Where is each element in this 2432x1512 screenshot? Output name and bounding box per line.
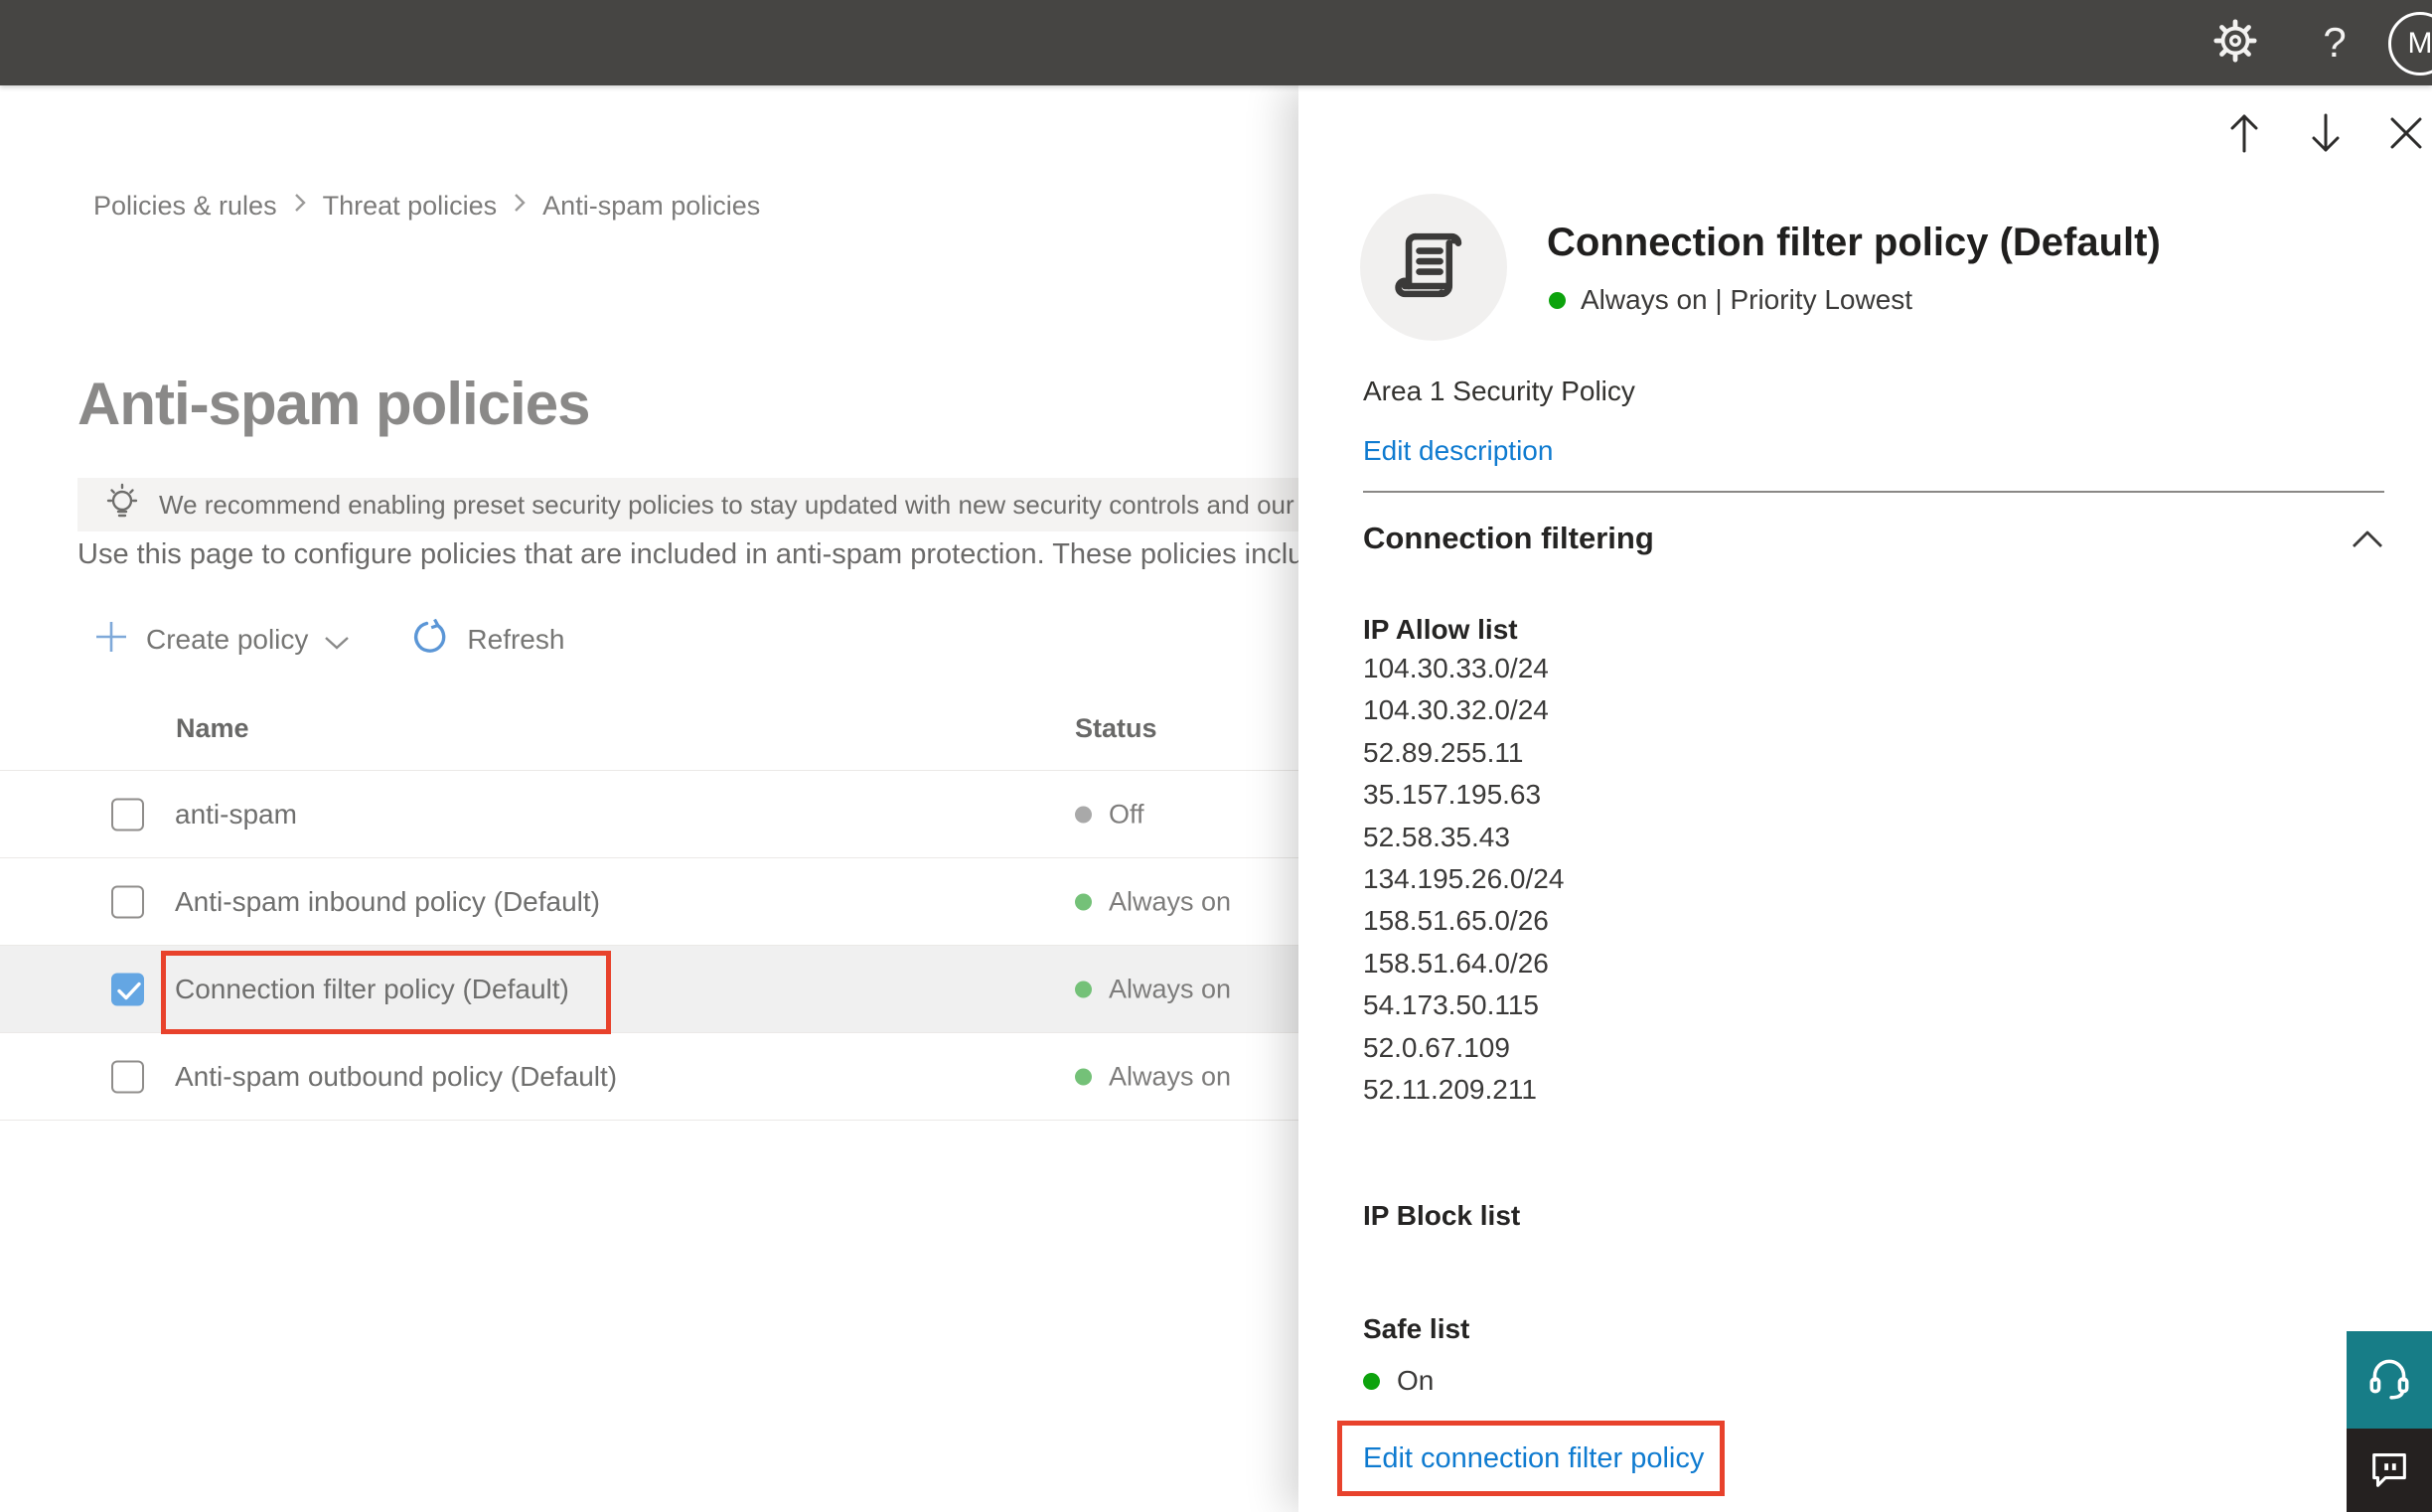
- settings-button[interactable]: [2207, 0, 2263, 85]
- row-checkbox[interactable]: [111, 798, 144, 831]
- collapse-section-button[interactable]: [2348, 525, 2387, 558]
- ip-allow-list: 104.30.33.0/24 104.30.32.0/24 52.89.255.…: [1363, 648, 1564, 1111]
- ip-entry: 52.11.209.211: [1363, 1074, 1537, 1106]
- ip-entry: 158.51.64.0/26: [1363, 947, 1549, 979]
- panel-title: Connection filter policy (Default): [1547, 221, 2161, 264]
- ip-allow-list-label: IP Allow list: [1363, 614, 1518, 645]
- breadcrumb-threat-policies[interactable]: Threat policies: [323, 191, 498, 222]
- annotation-highlight-rectangle: Edit connection filter policy: [1337, 1421, 1725, 1496]
- status-label: Always on: [1109, 974, 1232, 1003]
- recommendation-banner: We recommend enabling preset security po…: [77, 478, 1298, 531]
- help-button[interactable]: ?: [2307, 0, 2362, 85]
- chevron-right-icon: [513, 191, 527, 222]
- panel-status-text: Always on | Priority Lowest: [1581, 284, 1913, 315]
- ip-block-list-label: IP Block list: [1363, 1200, 1521, 1231]
- page-title: Anti-spam policies: [77, 371, 590, 438]
- policy-name[interactable]: Anti-spam inbound policy (Default): [175, 886, 600, 918]
- panel-status-line: Always on | Priority Lowest: [1549, 284, 1912, 316]
- avatar-initial: M: [2407, 27, 2432, 60]
- plus-icon: [94, 620, 128, 661]
- status-dot-off: [1075, 806, 1092, 823]
- ip-entry: 35.157.195.63: [1363, 779, 1542, 811]
- table-row[interactable]: Anti-spam inbound policy (Default) Alway…: [0, 857, 1298, 945]
- banner-text: We recommend enabling preset security po…: [159, 489, 1298, 520]
- column-header-name[interactable]: Name: [176, 713, 249, 744]
- edit-description-link[interactable]: Edit description: [1363, 435, 1553, 467]
- chevron-right-icon: [293, 191, 307, 222]
- table-header: Name Status: [0, 684, 1298, 770]
- status-cell: Always on: [1075, 974, 1231, 1004]
- safe-list-value: On: [1397, 1365, 1435, 1396]
- ip-entry: 54.173.50.115: [1363, 989, 1539, 1021]
- account-avatar[interactable]: M: [2388, 12, 2432, 76]
- policy-table: Name Status anti-spam Off Anti-spam inbo…: [0, 684, 1298, 1121]
- safe-list-status: On: [1363, 1365, 1434, 1397]
- status-cell: Always on: [1075, 886, 1231, 917]
- row-checkbox[interactable]: [111, 1060, 144, 1093]
- refresh-icon: [413, 618, 449, 662]
- previous-item-button[interactable]: [2221, 109, 2267, 161]
- chevron-down-icon: [324, 626, 350, 658]
- ip-entry: 52.0.67.109: [1363, 1031, 1510, 1063]
- feedback-chat-icon: [2366, 1445, 2412, 1496]
- close-icon: [2388, 113, 2424, 158]
- column-header-status[interactable]: Status: [1075, 713, 1157, 744]
- table-row[interactable]: Anti-spam outbound policy (Default) Alwa…: [0, 1032, 1298, 1121]
- feedback-button[interactable]: [2347, 1429, 2432, 1512]
- divider: [1363, 491, 2384, 493]
- toolbar: Create policy Refresh: [94, 616, 564, 664]
- policy-details-flyout: Connection filter policy (Default) Alway…: [1298, 85, 2432, 1512]
- status-cell: Off: [1075, 799, 1144, 830]
- ip-entry: 158.51.65.0/26: [1363, 905, 1549, 937]
- status-label: Always on: [1109, 1061, 1232, 1091]
- status-dot-on: [1075, 981, 1092, 997]
- policy-name[interactable]: anti-spam: [175, 799, 297, 831]
- status-label: Always on: [1109, 886, 1232, 916]
- row-checkbox[interactable]: [111, 885, 144, 918]
- close-panel-button[interactable]: [2383, 109, 2429, 161]
- status-cell: Always on: [1075, 1061, 1231, 1092]
- help-icon: ?: [2323, 19, 2347, 66]
- policy-description: Area 1 Security Policy: [1363, 376, 1635, 406]
- ip-entry: 104.30.33.0/24: [1363, 653, 1549, 683]
- page-description: Use this page to configure policies that…: [77, 538, 1298, 570]
- policy-icon-badge: [1360, 194, 1507, 341]
- breadcrumb: Policies & rules Threat policies Anti-sp…: [93, 191, 760, 222]
- create-policy-label: Create policy: [146, 624, 309, 655]
- arrow-up-icon: [2226, 111, 2262, 160]
- headset-icon: [2364, 1353, 2414, 1408]
- next-item-button[interactable]: [2303, 109, 2349, 161]
- arrow-down-icon: [2308, 111, 2344, 160]
- anti-spam-policies-page: { "topbar": { "help_label": "?", "avatar…: [0, 0, 2432, 1512]
- top-app-bar: ? M: [0, 0, 2432, 85]
- ip-entry: 134.195.26.0/24: [1363, 863, 1565, 895]
- status-dot-on: [1363, 1372, 1380, 1390]
- gear-icon: [2212, 18, 2258, 69]
- refresh-button[interactable]: Refresh: [413, 618, 565, 662]
- policy-name[interactable]: Connection filter policy (Default): [175, 974, 569, 1005]
- ip-entry: 104.30.32.0/24: [1363, 694, 1549, 726]
- create-policy-button[interactable]: Create policy: [94, 620, 350, 661]
- lightbulb-icon: [103, 482, 141, 529]
- breadcrumb-anti-spam-policies[interactable]: Anti-spam policies: [542, 191, 760, 222]
- ip-entry: 52.58.35.43: [1363, 821, 1510, 852]
- safe-list-label: Safe list: [1363, 1313, 1470, 1344]
- status-dot-on: [1075, 1068, 1092, 1085]
- scroll-icon: [1392, 224, 1475, 312]
- status-dot-on: [1075, 893, 1092, 910]
- status-dot-on: [1549, 291, 1566, 309]
- section-title-connection-filtering: Connection filtering: [1363, 521, 1654, 555]
- table-row-selected[interactable]: Connection filter policy (Default) Alway…: [0, 945, 1298, 1032]
- chevron-up-icon: [2351, 529, 2384, 554]
- status-label: Off: [1109, 799, 1144, 829]
- support-button[interactable]: [2347, 1331, 2432, 1429]
- row-checkbox-checked[interactable]: [111, 973, 144, 1005]
- table-row[interactable]: anti-spam Off: [0, 770, 1298, 857]
- main-content: Policies & rules Threat policies Anti-sp…: [0, 85, 1298, 1512]
- ip-entry: 52.89.255.11: [1363, 736, 1524, 768]
- policy-name[interactable]: Anti-spam outbound policy (Default): [175, 1061, 617, 1093]
- edit-connection-filter-policy-link[interactable]: Edit connection filter policy: [1363, 1442, 1704, 1475]
- breadcrumb-policies-rules[interactable]: Policies & rules: [93, 191, 277, 222]
- refresh-label: Refresh: [467, 624, 565, 655]
